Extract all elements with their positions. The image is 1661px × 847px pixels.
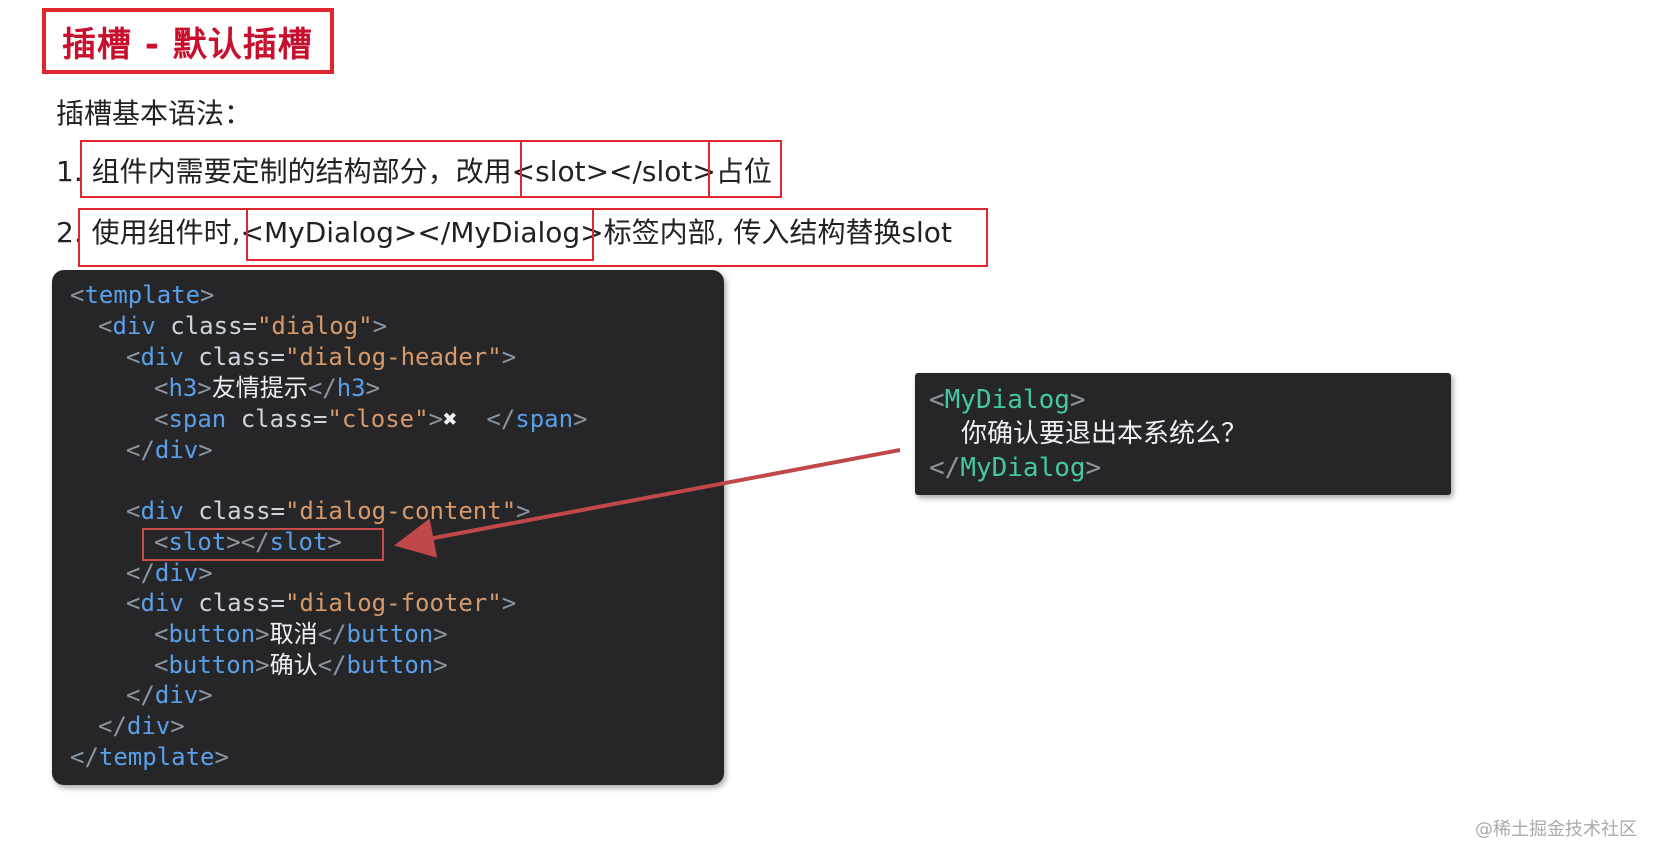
arrow-line <box>394 448 901 558</box>
replacement-arrow <box>394 448 901 558</box>
watermark: @稀土掘金技术社区 <box>1475 819 1637 840</box>
